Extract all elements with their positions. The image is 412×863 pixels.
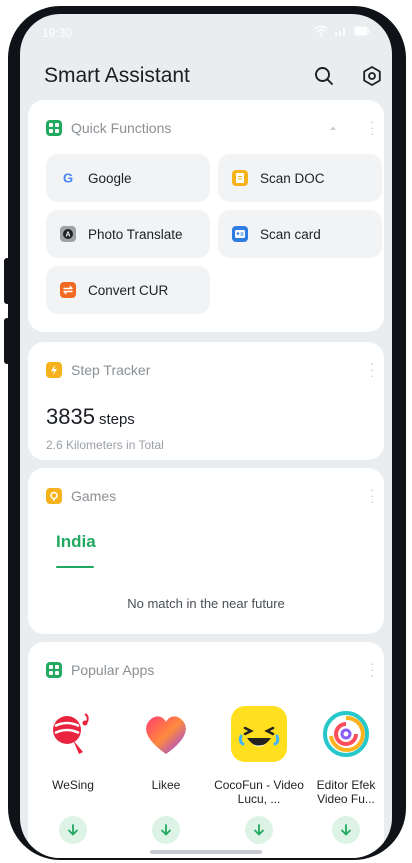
download-button[interactable] [59,816,87,844]
battery-icon [354,26,370,36]
likee-icon [138,706,194,762]
tab-india[interactable]: India [56,532,96,552]
popular-apps-header: Popular Apps [46,660,154,680]
steps-count: 3835 steps [46,404,135,430]
app-likee[interactable]: Likee [121,706,211,844]
popular-apps-title: Popular Apps [71,662,155,678]
distance-total: 2.6 Kilometers in Total [46,438,164,452]
scan-card-icon [232,226,248,242]
step-tracker-card[interactable]: Step Tracker · · · 3835 steps 2.6 Kilometer… [28,342,384,460]
quick-function-label: Scan card [260,226,321,242]
cocofun-icon [231,706,287,762]
home-indicator[interactable] [150,850,262,854]
collapse-icon[interactable] [328,124,338,132]
app-name: Editor Efek Video Fu... [316,778,376,806]
step-tracker-header: Step Tracker [46,360,150,380]
app-name: CocoFun - Video Lucu, ... [214,778,304,806]
games-header: Games [46,486,116,506]
download-arrow-icon [161,824,171,836]
wesing-icon [45,706,101,762]
quick-functions-header: Quick Functions [46,118,171,138]
more-options-icon[interactable]: · · · [370,656,375,682]
app-cocofun[interactable]: CocoFun - Video Lucu, ... [214,706,304,844]
quick-function-label: Photo Translate [88,226,183,242]
quick-function-convert-cur[interactable]: Convert CUR [46,266,210,314]
editor-swirl-icon [318,706,374,762]
games-card: Games · · · India No match in the near fut… [28,468,384,634]
svg-text:A: A [65,232,70,239]
scan-doc-icon [232,170,248,186]
convert-currency-icon [60,282,76,298]
app-wesing[interactable]: WeSing [28,706,118,844]
screen: 19:30 Smart Assistant Quick Functions · ·… [20,14,392,858]
download-button[interactable] [332,816,360,844]
no-match-message: No match in the near future [127,596,285,611]
quick-function-scan-card[interactable]: Scan card [218,210,382,258]
quick-functions-title: Quick Functions [71,120,172,136]
app-name: Likee [151,778,181,792]
photo-translate-icon: A [60,226,76,242]
tab-indicator [56,566,94,568]
status-time: 19:30 [42,26,73,40]
quick-functions-card: Quick Functions · · · G Google Scan DOC A … [28,100,384,332]
quick-function-label: Convert CUR [88,282,169,298]
quick-function-label: Google [88,170,132,186]
games-title: Games [71,488,117,504]
quick-functions-icon [46,120,62,136]
google-icon: G [60,170,76,186]
download-arrow-icon [254,824,264,836]
app-name: WeSing [52,778,94,792]
popular-apps-icon [46,662,62,678]
volume-button [4,318,10,364]
download-arrow-icon [68,824,78,836]
more-options-icon[interactable]: · · · [370,356,375,382]
more-options-icon[interactable]: · · · [370,482,375,508]
svg-text:G: G [63,171,73,186]
step-tracker-icon [46,362,62,378]
games-icon [46,488,62,504]
header: Smart Assistant [44,58,381,94]
search-icon[interactable] [312,64,336,88]
page-title: Smart Assistant [44,64,190,87]
wifi-icon [314,25,328,37]
quick-function-photo-translate[interactable]: A Photo Translate [46,210,210,258]
status-bar: 19:30 [42,22,370,42]
popular-apps-card: Popular Apps · · · WeSing Likee CocoFun … [28,642,384,858]
app-editor-efek-video[interactable]: Editor Efek Video Fu... [301,706,391,844]
steps-value: 3835 [46,404,95,429]
step-tracker-title: Step Tracker [71,362,151,378]
quick-function-scan-doc[interactable]: Scan DOC [218,154,382,202]
download-button[interactable] [245,816,273,844]
download-button[interactable] [152,816,180,844]
settings-icon[interactable] [360,64,384,88]
quick-function-label: Scan DOC [260,170,325,186]
more-options-icon[interactable]: · · · [370,114,375,140]
quick-function-google[interactable]: G Google [46,154,210,202]
steps-unit: steps [98,411,135,428]
download-arrow-icon [341,824,351,836]
volume-button [4,258,10,304]
signal-icon [335,28,345,36]
